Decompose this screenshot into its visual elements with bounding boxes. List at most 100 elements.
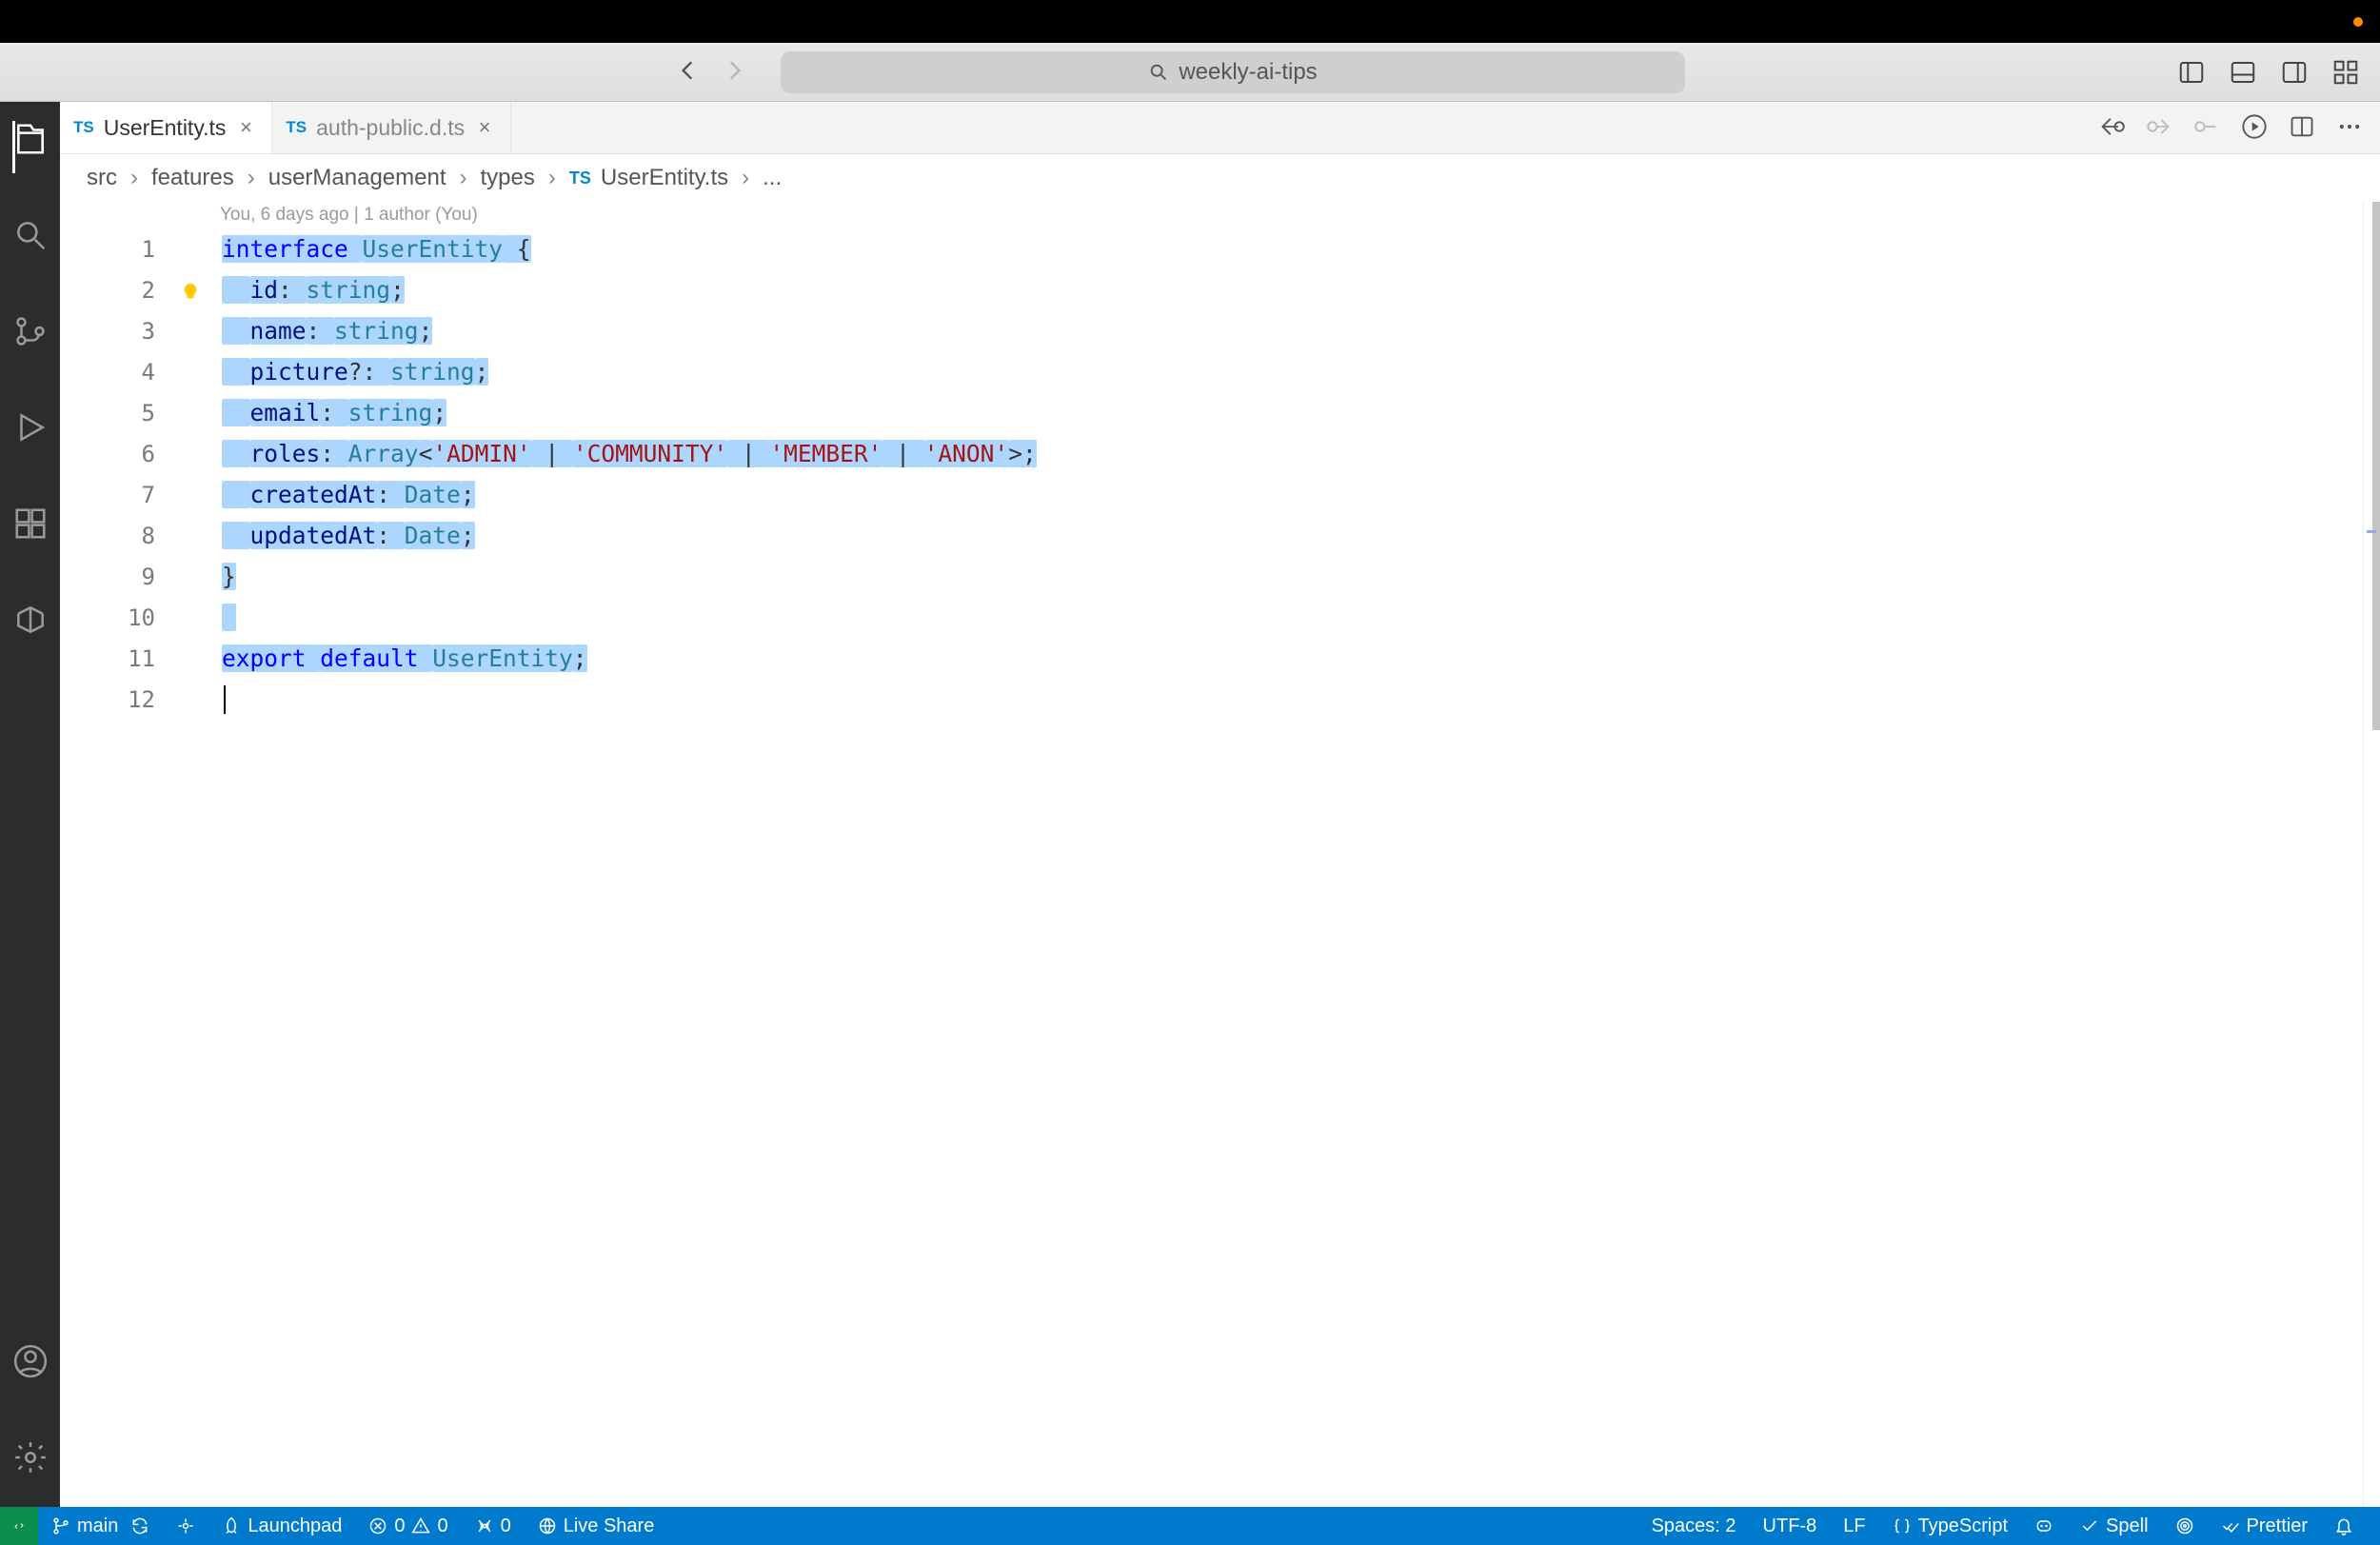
status-copilot[interactable] [2021,1507,2067,1545]
status-indentation[interactable]: Spaces: 2 [1638,1507,1750,1545]
editor-tabs: TSUserEntity.ts×TSauth-public.d.ts× [60,102,2380,154]
line-number[interactable]: 3 [60,318,182,345]
code-editor[interactable]: You, 6 days ago | 1 author (You) 1interf… [60,202,2380,1507]
code-line[interactable]: 6 roles: Array<'ADMIN' | 'COMMUNITY' | '… [60,433,2380,474]
command-center-search[interactable]: weekly-ai-tips [781,51,1685,93]
minimap[interactable] [2363,202,2380,1507]
more-actions-button[interactable] [2336,113,2363,143]
toggle-secondary-sidebar-button[interactable] [2277,55,2311,89]
code-content[interactable]: createdAt: Date; [182,481,475,508]
activity-remote-explorer[interactable] [12,602,49,641]
activity-search[interactable] [12,217,49,256]
code-content[interactable]: picture?: string; [182,358,488,386]
breadcrumb-symbol[interactable]: ... [763,165,782,191]
breadcrumb-segment[interactable]: features [151,165,234,191]
code-line[interactable]: 11export default UserEntity; [60,638,2380,679]
code-content[interactable]: id: string; [182,276,405,304]
codelens-blame[interactable]: You, 6 days ago | 1 author (You) [60,202,2380,228]
check-icon [2080,1516,2099,1535]
code-content[interactable]: interface UserEntity { [182,235,531,263]
breadcrumb-segment[interactable]: types [481,165,535,191]
status-eol[interactable]: LF [1830,1507,1878,1545]
status-spell[interactable]: Spell [2067,1507,2161,1545]
status-notifications[interactable] [2321,1507,2367,1545]
close-tab-button[interactable]: × [235,117,256,138]
code-content[interactable]: roles: Array<'ADMIN' | 'COMMUNITY' | 'ME… [182,440,1037,467]
toggle-primary-sidebar-button[interactable] [2174,55,2209,89]
editor-tab-1[interactable]: TSauth-public.d.ts× [272,102,511,153]
status-branch[interactable]: main [38,1507,163,1545]
code-line[interactable]: 3 name: string; [60,310,2380,351]
antenna-icon [475,1516,494,1535]
code-line[interactable]: 4 picture?: string; [60,351,2380,392]
code-line[interactable]: 1interface UserEntity { [60,228,2380,269]
run-file-button[interactable] [2241,113,2268,143]
status-live-share[interactable]: Live Share [525,1507,668,1545]
activity-accounts[interactable] [12,1343,49,1382]
minimap-slider[interactable] [2372,202,2380,730]
status-problems[interactable]: 0 0 [355,1507,461,1545]
code-line[interactable]: 9} [60,556,2380,597]
typescript-badge-icon: TS [286,118,307,137]
code-line[interactable]: 8 updatedAt: Date; [60,515,2380,556]
line-number[interactable]: 1 [60,236,182,263]
line-number[interactable]: 7 [60,482,182,508]
activity-settings[interactable] [12,1439,49,1478]
code-content[interactable]: email: string; [182,399,446,426]
code-content[interactable]: } [182,563,236,590]
chevron-right-icon: › [130,165,138,191]
status-feedback[interactable] [2162,1507,2208,1545]
status-prettier[interactable]: Prettier [2208,1507,2321,1545]
breadcrumb-segment[interactable]: src [87,165,117,191]
go-back-history-button[interactable] [2098,113,2125,143]
customize-layout-button[interactable] [2329,55,2363,89]
toggle-panel-button[interactable] [2226,55,2260,89]
code-content[interactable]: export default UserEntity; [182,644,587,672]
code-content[interactable] [182,604,236,631]
line-number[interactable]: 9 [60,564,182,590]
line-number[interactable]: 10 [60,604,182,631]
text-cursor [224,685,226,714]
code-content[interactable]: updatedAt: Date; [182,522,475,549]
active-indicator [12,121,15,173]
code-line[interactable]: 7 createdAt: Date; [60,474,2380,515]
code-line[interactable]: 12 [60,679,2380,720]
spell-label: Spell [2106,1515,2148,1537]
close-tab-button[interactable]: × [474,117,495,138]
status-language[interactable]: TypeScript [1879,1507,2021,1545]
line-number[interactable]: 8 [60,523,182,549]
activity-extensions[interactable] [12,505,49,545]
line-number[interactable]: 4 [60,359,182,386]
line-number[interactable]: 5 [60,400,182,426]
prettier-label: Prettier [2247,1515,2308,1537]
line-number[interactable]: 2 [60,277,182,304]
line-number[interactable]: 12 [60,686,182,713]
activity-explorer[interactable] [12,121,49,160]
breadcrumb-file[interactable]: UserEntity.ts [601,165,728,191]
code-line[interactable]: 5 email: string; [60,392,2380,433]
status-encoding[interactable]: UTF-8 [1750,1507,1831,1545]
code-line[interactable]: 2 id: string; [60,269,2380,310]
nav-forward-button[interactable] [722,58,746,86]
lightbulb-icon[interactable] [180,281,201,302]
go-forward-history-button[interactable] [2146,113,2172,143]
nav-back-button[interactable] [676,58,701,86]
split-editor-button[interactable] [2289,113,2315,143]
status-ports[interactable]: 0 [462,1507,525,1545]
typescript-badge-icon: TS [569,168,591,188]
branch-icon [51,1516,70,1535]
status-launchpad[interactable]: Launchpad [208,1507,355,1545]
code-line[interactable]: 10 [60,597,2380,638]
breadcrumbs[interactable]: src›features›userManagement›types›TSUser… [60,154,2380,202]
code-content[interactable] [182,684,226,714]
line-number[interactable]: 6 [60,441,182,467]
breadcrumb-segment[interactable]: userManagement [268,165,446,191]
activity-run-debug[interactable] [12,409,49,448]
editor-tab-0[interactable]: TSUserEntity.ts× [60,102,272,153]
code-content[interactable]: name: string; [182,317,432,345]
status-gitlens[interactable] [163,1507,208,1545]
line-number[interactable]: 11 [60,645,182,672]
activity-source-control[interactable] [12,313,49,352]
rocket-icon [222,1516,241,1535]
remote-indicator[interactable] [0,1507,38,1545]
